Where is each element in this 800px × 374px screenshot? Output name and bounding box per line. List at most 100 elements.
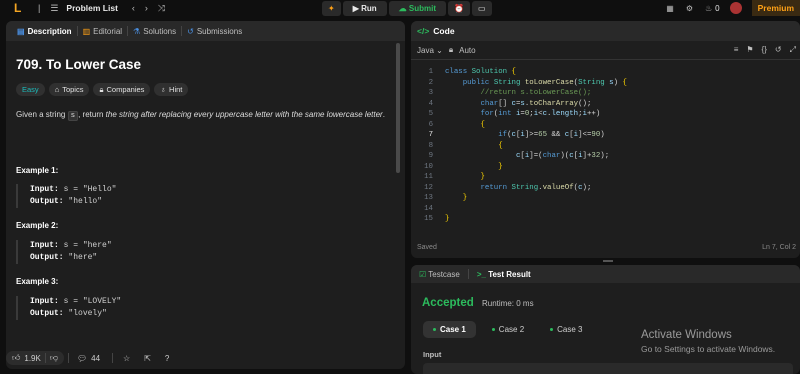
description-text: .: [382, 110, 385, 119]
example-input: s = "Hello": [58, 185, 117, 194]
play-icon: ▶: [352, 3, 362, 13]
line-number: 1: [428, 68, 433, 76]
pass-dot-icon: [491, 328, 495, 331]
thumbs-up-icon[interactable]: 👍︎: [12, 353, 20, 363]
tab-submissions[interactable]: ↺ Submissions: [182, 27, 247, 36]
line-number: 10: [424, 162, 433, 171]
history-icon: ↺: [187, 26, 194, 36]
reset-icon[interactable]: ↺: [775, 45, 782, 55]
example-output: "lovely": [63, 309, 107, 318]
case-tab-3[interactable]: Case 3: [540, 321, 592, 338]
toolbar-divider: [411, 59, 800, 60]
comment-icon[interactable]: 💬︎: [77, 354, 87, 363]
verdict-text: Accepted: [422, 297, 474, 309]
chevron-left-icon[interactable]: ‹: [132, 3, 135, 13]
input-label: Input:: [30, 185, 59, 194]
bookmark-icon[interactable]: ⚑: [746, 45, 753, 55]
document-icon: ▤: [17, 26, 25, 36]
tab-solutions-label: Solutions: [143, 26, 177, 36]
braces-icon[interactable]: {}: [762, 45, 767, 55]
line-number: 4: [428, 99, 433, 108]
tab-description[interactable]: ▤ Description: [12, 27, 77, 36]
star-icon[interactable]: ☆: [123, 354, 130, 363]
notes-button[interactable]: ▭: [471, 0, 492, 16]
pass-dot-icon: [433, 328, 436, 331]
tab-separator: [467, 269, 469, 279]
help-icon[interactable]: ?: [165, 354, 169, 363]
timer-button[interactable]: ⏰: [447, 0, 470, 16]
example-output: "hello": [63, 197, 103, 206]
lock-icon: 🔒︎: [448, 45, 454, 54]
list-icon[interactable]: ☰: [50, 3, 58, 14]
pill-separator: [44, 353, 46, 363]
resize-handle[interactable]: [603, 260, 613, 262]
input-label: Input:: [30, 241, 59, 250]
thumbs-down-icon[interactable]: 👎︎: [50, 353, 58, 363]
likes-count: 1.9K: [24, 353, 41, 363]
example-3-title: Example 3:: [16, 277, 59, 286]
language-select[interactable]: Java ⌄: [417, 46, 443, 55]
submit-button[interactable]: ☁ Submit: [388, 0, 446, 16]
shuffle-icon[interactable]: ⤨: [158, 3, 165, 14]
example-2-block: Input: s = "here" Output: "here": [16, 240, 112, 264]
description-tabs: ▤ Description ▥ Editorial ⚗ Solutions ↺ Subm…: [6, 21, 405, 41]
tab-test-result[interactable]: >_ Test Result: [477, 270, 531, 279]
chevron-down-icon: ⌄: [436, 45, 443, 55]
example-input: s = "here": [58, 241, 112, 250]
save-status: Saved: [417, 244, 437, 251]
companies-label: Companies: [106, 85, 145, 94]
comments-count[interactable]: 44: [91, 354, 100, 363]
tab-submissions-label: Submissions: [196, 26, 243, 36]
grid-icon[interactable]: ▦: [666, 4, 674, 13]
hint-tag[interactable]: ♁ Hint: [154, 83, 189, 96]
leetcode-logo-icon[interactable]: L: [14, 1, 28, 15]
premium-button[interactable]: Premium: [751, 0, 800, 16]
topics-label: Topics: [62, 85, 84, 94]
line-number: 14: [424, 204, 433, 213]
description-text: Given a string: [16, 110, 68, 119]
code-editor[interactable]: 1 class Solution { 2 public String toLowe…: [411, 67, 800, 225]
activate-windows-subtitle: Go to Settings to activate Windows.: [641, 344, 776, 354]
share-icon[interactable]: ⇱: [144, 354, 151, 363]
activate-windows-title: Activate Windows: [641, 329, 732, 341]
line-number: 13: [424, 194, 433, 202]
case-tabs: Case 1 Case 2 Case 3: [423, 321, 593, 338]
input-label: Input: [423, 350, 442, 359]
result-panel: ☑ Testcase >_ Test Result Accepted Runti…: [411, 265, 800, 374]
settings-icon[interactable]: ⚙: [686, 4, 693, 13]
description-scrollbar[interactable]: [396, 43, 400, 173]
streak-count: 0: [715, 3, 720, 13]
case-tab-2[interactable]: Case 2: [482, 321, 534, 338]
avatar[interactable]: [729, 2, 742, 14]
case-label: Case 1: [440, 325, 466, 334]
line-number: 6: [428, 120, 433, 129]
problem-list-link[interactable]: Problem List: [66, 3, 117, 13]
companies-tag[interactable]: 🔒︎ Companies: [93, 83, 151, 96]
book-icon: ▥: [82, 26, 91, 36]
code-brackets-icon: </>: [417, 26, 430, 36]
flask-icon: ⚗: [133, 26, 141, 36]
lock-icon: 🔒︎: [99, 84, 104, 94]
editor-actions: ≡ ⚑ {} ↺ ⤢: [734, 45, 796, 55]
code-line: 8 {: [411, 141, 800, 152]
top-right-controls: ▦ ⚙ ♨ 0 Premium: [666, 0, 800, 16]
auto-mode-label[interactable]: Auto: [459, 46, 475, 55]
run-button[interactable]: ▶ Run: [342, 0, 387, 16]
chevron-right-icon[interactable]: ›: [145, 3, 148, 13]
case-tab-1[interactable]: Case 1: [423, 321, 476, 338]
code-line: 15}: [411, 214, 800, 225]
line-number: 9: [428, 152, 433, 160]
case-label: Case 3: [557, 325, 583, 334]
topics-tag[interactable]: ⌂ Topics: [48, 83, 90, 96]
tab-solutions[interactable]: ⚗ Solutions: [128, 27, 181, 36]
tag-icon: ⌂: [54, 85, 60, 94]
tab-editorial[interactable]: ▥ Editorial: [78, 27, 127, 36]
line-number: 12: [424, 183, 433, 192]
format-icon[interactable]: ≡: [734, 45, 739, 55]
fullscreen-icon[interactable]: ⤢: [790, 45, 796, 55]
code-line: 1 class Solution {: [411, 67, 800, 78]
line-number: 2: [428, 78, 433, 87]
debug-button[interactable]: ✦: [322, 0, 341, 16]
tab-testcase[interactable]: ☑ Testcase: [419, 270, 460, 279]
inline-code: s: [67, 111, 79, 121]
